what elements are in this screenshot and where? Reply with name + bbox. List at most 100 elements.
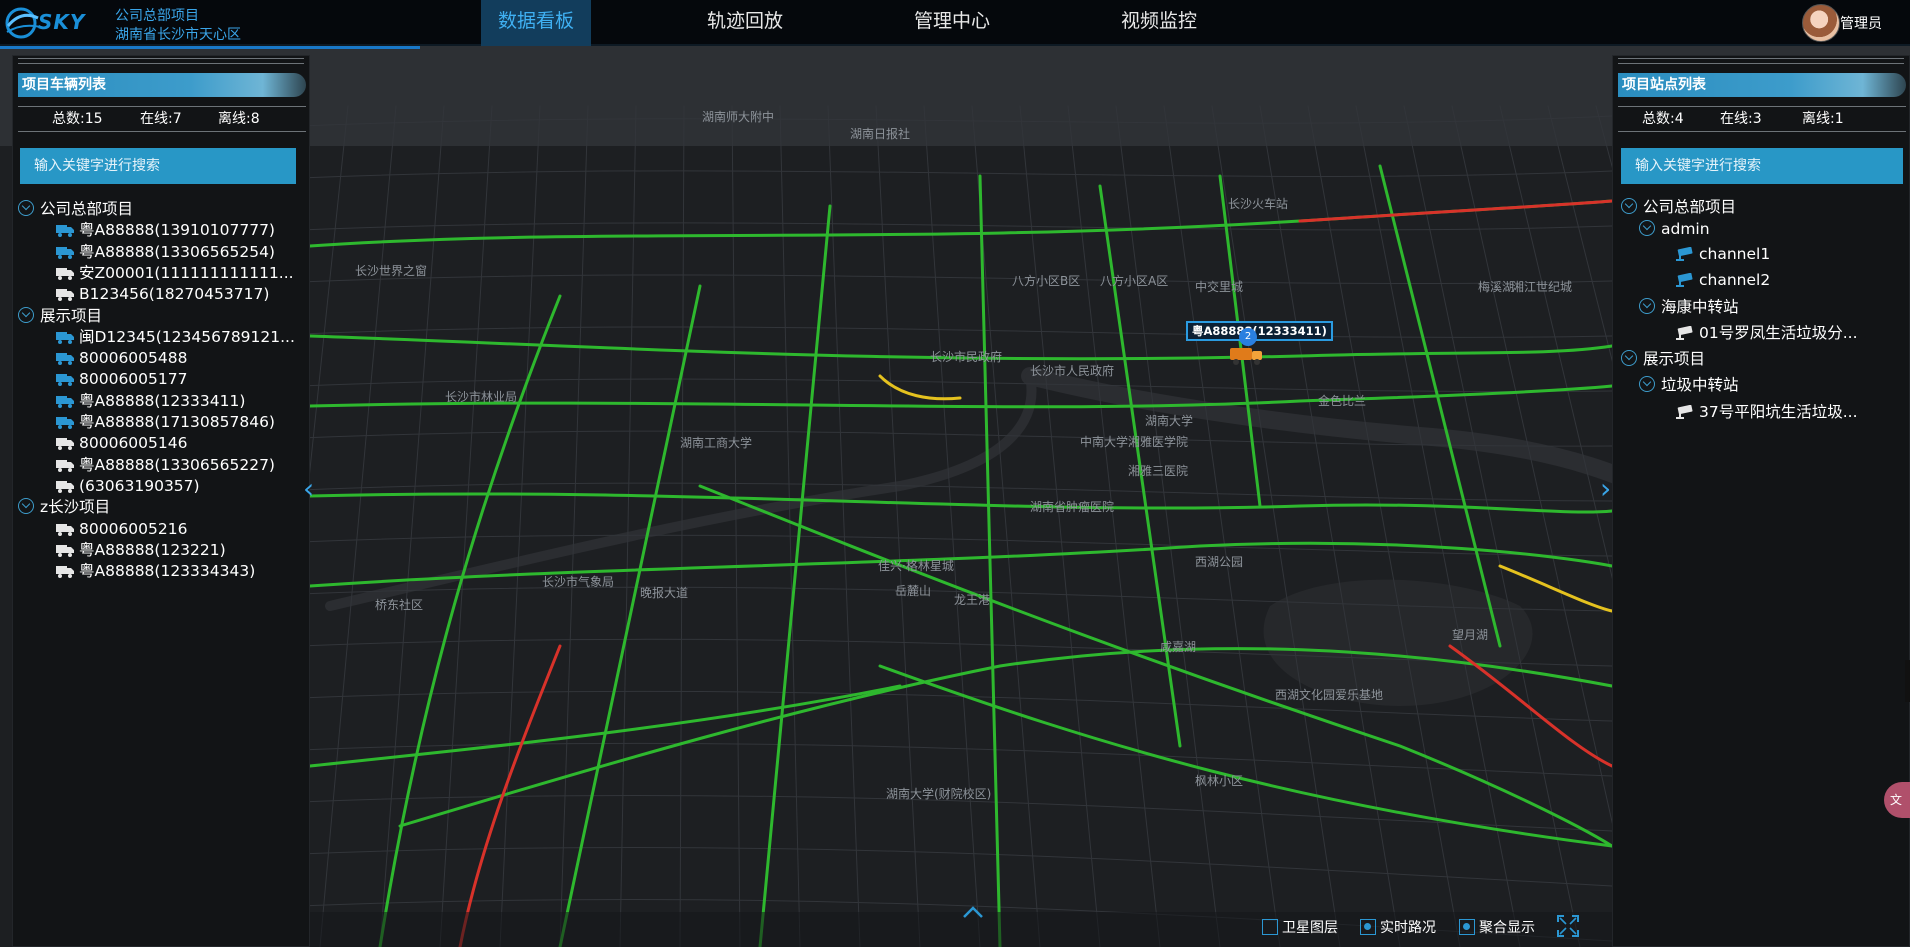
vehicle-cluster-count[interactable]: 2 [1239, 328, 1257, 346]
chevron-down-icon[interactable] [18, 306, 34, 323]
vehicle-list-item[interactable]: 粤A88888(13910107777) [55, 219, 275, 241]
vehicle-label: 粤A88888(13306565227) [79, 455, 275, 474]
vehicle-list-item[interactable]: 80006005146 [55, 432, 187, 454]
map-place-label: 岳麓山 [895, 584, 932, 598]
vehicle-list-item[interactable]: 粤A88888(123334343) [55, 560, 255, 582]
minor-street [1403, 105, 1581, 947]
tree-node-garbage-station[interactable]: 垃圾中转站 [1639, 374, 1739, 396]
cluster-display-toggle[interactable]: 聚合显示 [1459, 918, 1535, 938]
logo-text: SKY [38, 10, 86, 34]
minor-street [731, 105, 741, 947]
map-place-label: 长沙市人民政府 [1030, 364, 1115, 378]
fullscreen-icon[interactable] [1556, 914, 1580, 938]
map-place-label: 咸嘉湖 [1160, 640, 1197, 654]
collapse-right-panel-arrow-icon[interactable]: › [1600, 474, 1618, 504]
camera-icon [1676, 273, 1693, 287]
vehicle-list-item[interactable]: 80006005216 [55, 518, 187, 540]
minor-street [1259, 105, 1401, 947]
expand-up-arrow-icon[interactable] [962, 905, 984, 919]
minor-street [1115, 105, 1221, 947]
chevron-down-icon[interactable] [1621, 198, 1637, 214]
map-place-label: 晚报大道 [640, 586, 689, 600]
chevron-down-icon[interactable] [18, 498, 34, 515]
vehicle-list-item[interactable]: 粤A88888(123221) [55, 539, 226, 561]
checkbox-icon[interactable] [1262, 919, 1278, 935]
camera-icon [1676, 326, 1693, 340]
map-place-label: 望月湖 [1452, 628, 1489, 642]
vehicle-list-item[interactable]: 粤A88888(13306565254) [55, 241, 275, 263]
vehicle-list-item[interactable]: (63063190357) [55, 475, 200, 497]
vehicle-list-item[interactable]: 粤A88888(17130857846) [55, 411, 275, 433]
vehicle-list-item[interactable]: 粤A88888(12333411) [55, 390, 245, 412]
vehicle-marker-label[interactable]: 粤A88888(12333411) [1186, 321, 1333, 341]
tree-group[interactable]: 公司总部项目 [18, 198, 133, 220]
minor-street [319, 105, 397, 947]
real-time-traffic-toggle[interactable]: 实时路况 [1360, 918, 1436, 938]
tree-group[interactable]: z长沙项目 [18, 496, 110, 518]
right-edge-handle[interactable] [1905, 660, 1910, 702]
vehicle-marker-truck-icon[interactable] [1226, 344, 1268, 366]
map-place-label: 西湖文化园爱乐基地 [1275, 688, 1384, 702]
camera-pingyangkeng[interactable]: 37号平阳坑生活垃圾... [1675, 401, 1858, 423]
vehicle-label: 80006005177 [79, 370, 188, 389]
nav-tab-video-monitor[interactable]: 视频监控 [1104, 0, 1214, 46]
map-place-label: 湖南工商大学 [680, 436, 753, 450]
vehicle-search-input[interactable]: 输入关键字进行搜索 [20, 148, 296, 184]
tree-node-admin[interactable]: admin [1639, 218, 1710, 240]
vehicle-total: 总数:15 [52, 111, 103, 127]
vehicle-list-item[interactable]: 80006005177 [55, 368, 187, 390]
tree-node-company-hq[interactable]: 公司总部项目 [1621, 196, 1736, 218]
top-navigation-bar: SKY 公司总部项目 湖南省长沙市天心区 数据看板 轨迹回放 管理中心 视频监控… [0, 0, 1910, 46]
minor-street [299, 170, 1613, 179]
truck-icon [56, 289, 74, 302]
chevron-down-icon[interactable] [1621, 350, 1637, 366]
truck-icon [56, 353, 74, 366]
project-name[interactable]: 公司总部项目 [115, 5, 199, 25]
tree-node-demo-project[interactable]: 展示项目 [1621, 348, 1705, 370]
project-address: 湖南省长沙市天心区 [115, 27, 241, 43]
chevron-down-icon[interactable] [1639, 376, 1655, 392]
station-search-input[interactable]: 输入关键字进行搜索 [1621, 148, 1903, 184]
vehicle-stats: 总数:15 在线:7 离线:8 [18, 106, 306, 132]
vehicle-label: B123456(18270453717) [79, 285, 270, 304]
truck-icon [56, 438, 74, 451]
tree-node-haikang-station[interactable]: 海康中转站 [1639, 296, 1739, 318]
vehicle-list-item[interactable]: 闽D12345(123456789121... [55, 326, 295, 348]
station-list-panel: 项目站点列表 总数:4 在线:3 离线:1 输入关键字进行搜索 公司总部项目 a… [1612, 55, 1910, 947]
minor-street [559, 105, 589, 947]
satellite-layer-toggle[interactable]: 卫星图层 [1262, 918, 1338, 938]
vehicle-label: 闽D12345(123456789121... [79, 327, 295, 346]
vehicle-list-item[interactable]: B123456(18270453717) [55, 283, 269, 305]
nav-tab-track-playback[interactable]: 轨迹回放 [690, 0, 800, 46]
vehicle-list-item[interactable]: 粤A88888(13306565227) [55, 454, 275, 476]
minor-street [299, 274, 1613, 285]
truck-icon [56, 523, 74, 536]
chevron-down-icon[interactable] [1639, 298, 1655, 314]
vehicle-label: 粤A88888(17130857846) [79, 413, 275, 431]
collapse-left-panel-arrow-icon[interactable]: ‹ [303, 474, 321, 504]
minor-street [779, 105, 801, 947]
camera-channel2[interactable]: channel2 [1675, 269, 1770, 291]
camera-luofeng[interactable]: 01号罗凤生活垃圾分... [1675, 322, 1858, 344]
minor-street [499, 105, 541, 947]
nav-tab-management[interactable]: 管理中心 [897, 0, 1007, 46]
camera-channel1[interactable]: channel1 [1675, 243, 1770, 265]
vehicle-label: 安Z00001(111111111111... [79, 263, 294, 282]
truck-icon [56, 225, 74, 238]
chevron-down-icon[interactable] [18, 200, 34, 216]
minor-street [299, 326, 1613, 338]
traffic-road-smooth [758, 204, 832, 947]
nav-tab-dashboard[interactable]: 数据看板 [481, 0, 591, 46]
chevron-down-icon[interactable] [1639, 220, 1655, 236]
truck-icon [56, 417, 74, 429]
camera-icon [1676, 405, 1693, 419]
user-name[interactable]: 管理员 [1840, 13, 1882, 33]
station-online: 在线:3 [1720, 111, 1762, 127]
checkbox-checked-icon[interactable] [1459, 919, 1475, 935]
vehicle-list-item[interactable]: 80006005488 [55, 347, 187, 369]
map-place-label: 枫林小区 [1195, 774, 1244, 788]
checkbox-checked-icon[interactable] [1360, 919, 1376, 935]
vehicle-list-item[interactable]: 安Z00001(111111111111... [55, 262, 294, 284]
tree-group[interactable]: 展示项目 [18, 305, 102, 327]
user-avatar[interactable] [1802, 4, 1840, 42]
